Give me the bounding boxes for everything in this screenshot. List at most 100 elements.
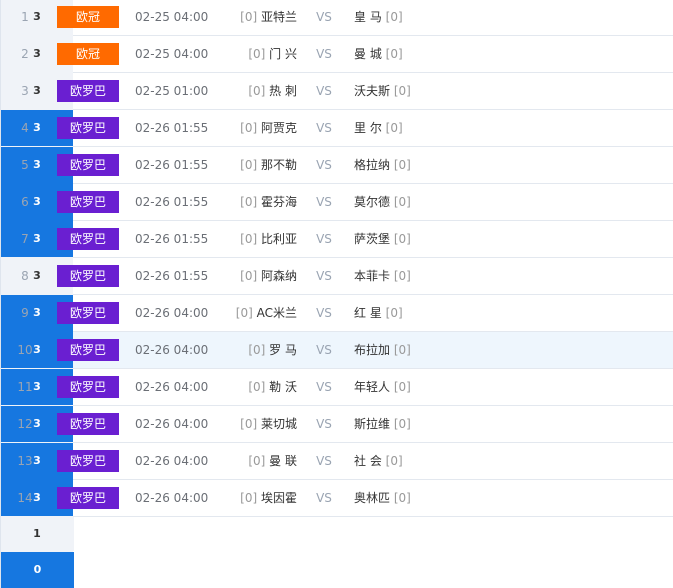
league-badge[interactable]: 欧罗巴: [57, 450, 119, 472]
home-team-name: AC米兰: [256, 306, 297, 320]
away-team[interactable]: 斯拉维 [0]: [354, 406, 444, 442]
home-team[interactable]: [0] 热 刺: [205, 73, 297, 109]
away-team-name: 格拉纳: [354, 158, 391, 172]
away-team-name: 奥林匹: [354, 491, 391, 505]
table-row: 4 欧罗巴 02-26 01:55 [0] 阿贾克 VS 里 尔 [0] 3 1…: [0, 110, 673, 218]
away-team-name: 沃夫斯: [354, 84, 391, 98]
home-team[interactable]: [0] AC米兰: [205, 295, 297, 331]
league-badge[interactable]: 欧罗巴: [57, 80, 119, 102]
away-rank: [0]: [385, 306, 403, 320]
league-badge[interactable]: 欧罗巴: [57, 376, 119, 398]
league-badge[interactable]: 欧罗巴: [57, 191, 119, 213]
vs-label: VS: [316, 491, 332, 505]
league-badge[interactable]: 欧罗巴: [57, 487, 119, 509]
vs-label: VS: [316, 306, 332, 320]
vs-label: VS: [316, 269, 332, 283]
table-row: 14 欧罗巴 02-26 04:00 [0] 埃因霍 VS 奥林匹 [0] 3 …: [0, 480, 673, 588]
away-rank: [0]: [393, 232, 411, 246]
league-badge[interactable]: 欧罗巴: [57, 154, 119, 176]
home-team[interactable]: [0] 霍芬海: [205, 184, 297, 220]
away-team[interactable]: 奥林匹 [0]: [354, 480, 444, 516]
home-rank: [0]: [240, 491, 258, 505]
home-team-name: 莱切城: [260, 417, 297, 431]
away-team[interactable]: 沃夫斯 [0]: [354, 73, 444, 109]
away-rank: [0]: [393, 195, 411, 209]
row-number: 3: [21, 84, 29, 98]
home-rank: [0]: [240, 269, 258, 283]
away-team[interactable]: 萨茨堡 [0]: [354, 221, 444, 257]
league-badge[interactable]: 欧冠: [57, 6, 119, 28]
home-team[interactable]: [0] 罗 马: [205, 332, 297, 368]
away-team[interactable]: 红 星 [0]: [354, 295, 444, 331]
away-team[interactable]: 年轻人 [0]: [354, 369, 444, 405]
home-team[interactable]: [0] 埃因霍: [205, 480, 297, 516]
away-rank: [0]: [385, 454, 403, 468]
vs-label: VS: [316, 47, 332, 61]
home-team[interactable]: [0] 比利亚: [205, 221, 297, 257]
home-team[interactable]: [0] 莱切城: [205, 406, 297, 442]
vs-label: VS: [316, 84, 332, 98]
pick-draw-button[interactable]: 1: [0, 516, 73, 552]
match-time: 02-26 01:55: [135, 269, 209, 283]
home-team[interactable]: [0] 亚特兰: [205, 0, 297, 35]
row-number: 10: [17, 343, 33, 357]
home-team-name: 那不勒: [260, 158, 297, 172]
match-time: 02-25 04:00: [135, 47, 209, 61]
table-row: 10 欧罗巴 02-26 04:00 [0] 罗 马 VS 布拉加 [0] 3 …: [0, 332, 673, 440]
away-team-name: 红 星: [354, 306, 382, 320]
home-team-name: 埃因霍: [260, 491, 297, 505]
away-team[interactable]: 格拉纳 [0]: [354, 147, 444, 183]
league-badge[interactable]: 欧罗巴: [57, 265, 119, 287]
home-rank: [0]: [240, 121, 258, 135]
home-team[interactable]: [0] 门 兴: [205, 36, 297, 72]
away-rank: [0]: [393, 491, 411, 505]
home-team-name: 门 兴: [269, 47, 297, 61]
home-team[interactable]: [0] 勒 沃: [205, 369, 297, 405]
away-team[interactable]: 本菲卡 [0]: [354, 258, 444, 294]
home-rank: [0]: [248, 47, 266, 61]
match-time: 02-26 04:00: [135, 380, 209, 394]
vs-label: VS: [316, 417, 332, 431]
row-number: 8: [21, 269, 29, 283]
league-badge[interactable]: 欧冠: [57, 43, 119, 65]
home-team[interactable]: [0] 曼 联: [205, 443, 297, 479]
row-number: 12: [17, 417, 33, 431]
match-table: 1 欧冠 02-25 04:00 [0] 亚特兰 VS 皇 马 [0] 3 1 …: [0, 0, 673, 588]
home-team-name: 勒 沃: [269, 380, 297, 394]
league-badge[interactable]: 欧罗巴: [57, 117, 119, 139]
table-row: 6 欧罗巴 02-26 01:55 [0] 霍芬海 VS 莫尔德 [0] 3 1…: [0, 184, 673, 292]
pick-loss-button[interactable]: 0: [0, 552, 74, 588]
league-badge[interactable]: 欧罗巴: [57, 228, 119, 250]
match-time: 02-26 01:55: [135, 195, 209, 209]
home-team[interactable]: [0] 阿森纳: [205, 258, 297, 294]
row-number: 2: [21, 47, 29, 61]
away-rank: [0]: [393, 380, 411, 394]
table-row: 7 欧罗巴 02-26 01:55 [0] 比利亚 VS 萨茨堡 [0] 3 1…: [0, 221, 673, 329]
home-team[interactable]: [0] 那不勒: [205, 147, 297, 183]
table-row: 2 欧冠 02-25 04:00 [0] 门 兴 VS 曼 城 [0] 3 1 …: [0, 36, 673, 144]
away-team[interactable]: 皇 马 [0]: [354, 0, 444, 35]
away-team[interactable]: 社 会 [0]: [354, 443, 444, 479]
league-badge[interactable]: 欧罗巴: [57, 339, 119, 361]
home-team[interactable]: [0] 阿贾克: [205, 110, 297, 146]
home-team-name: 曼 联: [269, 454, 297, 468]
vs-label: VS: [316, 232, 332, 246]
home-team-name: 阿贾克: [260, 121, 297, 135]
away-team[interactable]: 曼 城 [0]: [354, 36, 444, 72]
home-rank: [0]: [248, 343, 266, 357]
away-team[interactable]: 里 尔 [0]: [354, 110, 444, 146]
league-badge[interactable]: 欧罗巴: [57, 302, 119, 324]
match-time: 02-26 04:00: [135, 417, 209, 431]
away-team-name: 布拉加: [354, 343, 391, 357]
row-number: 4: [21, 121, 29, 135]
match-time: 02-25 01:00: [135, 84, 209, 98]
away-team[interactable]: 莫尔德 [0]: [354, 184, 444, 220]
away-team-name: 皇 马: [354, 10, 382, 24]
league-badge[interactable]: 欧罗巴: [57, 413, 119, 435]
home-rank: [0]: [248, 454, 266, 468]
vs-label: VS: [316, 195, 332, 209]
away-team[interactable]: 布拉加 [0]: [354, 332, 444, 368]
away-rank: [0]: [393, 417, 411, 431]
vs-label: VS: [316, 121, 332, 135]
home-team-name: 罗 马: [269, 343, 297, 357]
